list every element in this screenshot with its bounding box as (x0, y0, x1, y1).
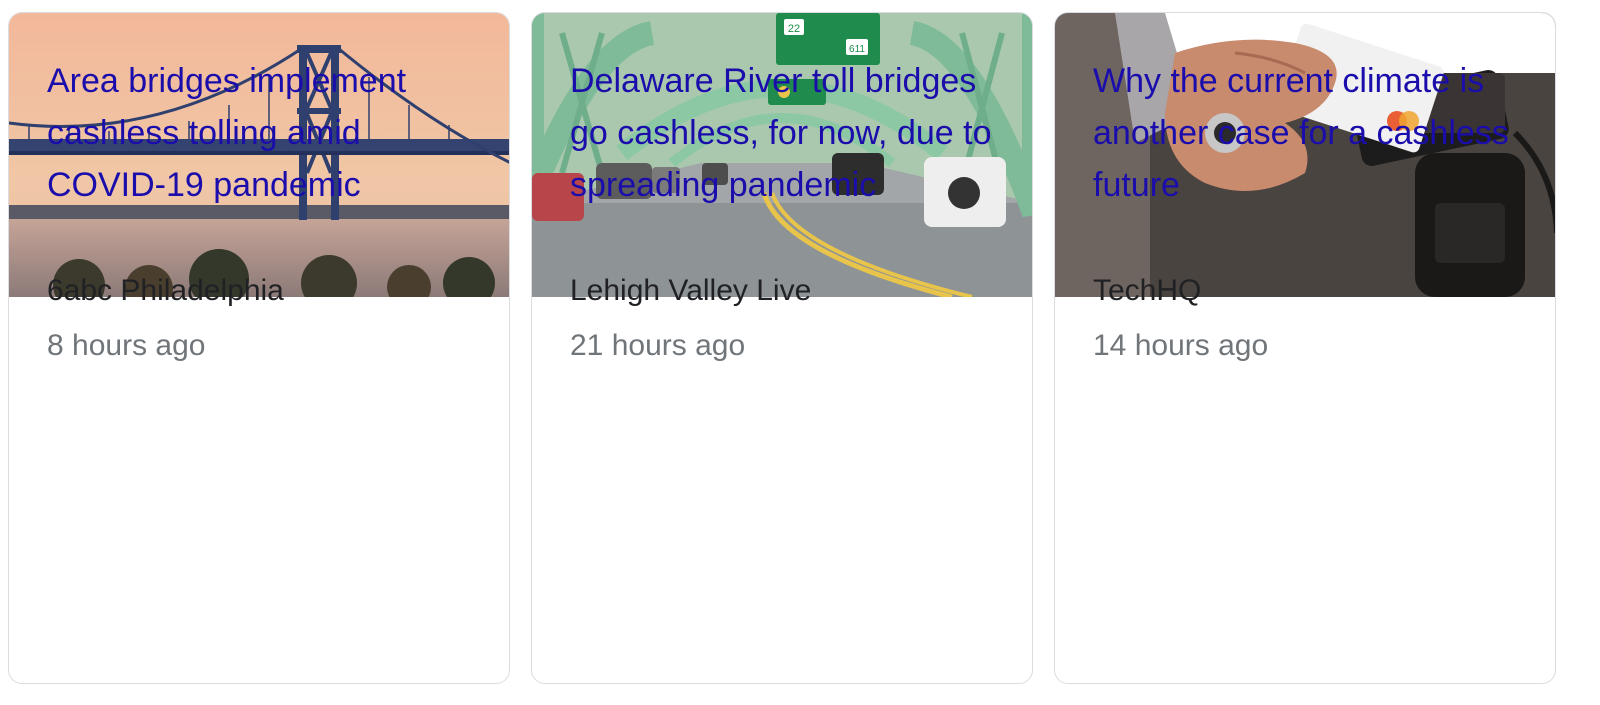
news-headline[interactable]: Delaware River toll bridges go cashless,… (570, 55, 1002, 211)
news-headline[interactable]: Why the current climate is another case … (1093, 55, 1525, 211)
news-card[interactable]: 22 611 Delaware River toll bridges go ca… (531, 12, 1033, 684)
route-611-sign: 611 (849, 44, 865, 55)
news-timestamp: 21 hours ago (570, 329, 746, 362)
news-timestamp: 8 hours ago (47, 329, 206, 362)
news-headline[interactable]: Area bridges implement cashless tolling … (47, 55, 479, 211)
news-timestamp: 14 hours ago (1093, 329, 1269, 362)
news-source: Lehigh Valley Live (570, 274, 812, 307)
news-carousel: Area bridges implement cashless tolling … (8, 12, 1592, 686)
news-card[interactable]: Why the current climate is another case … (1054, 12, 1556, 684)
route-22-sign: 22 (788, 23, 800, 35)
news-card[interactable]: Area bridges implement cashless tolling … (8, 12, 510, 684)
news-source: 6abc Philadelphia (47, 274, 284, 307)
news-source: TechHQ (1093, 274, 1202, 307)
